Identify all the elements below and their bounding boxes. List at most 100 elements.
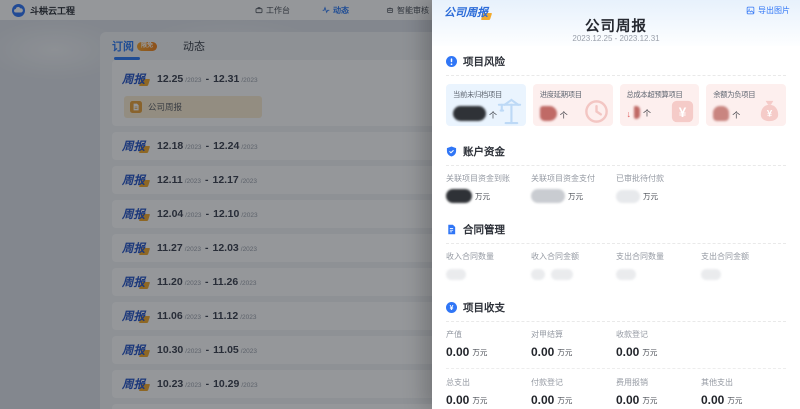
section-project-balance: ¥ 项目收支 产值 0.00万元 对甲结算 0.00万元 收款登记 0.00万元 [446,294,786,407]
stat-label: 其他支出 [701,377,786,388]
stat: 总支出 0.00万元 [446,377,531,407]
stat: 付款登记 0.00万元 [531,377,616,407]
redacted-value [453,106,486,121]
stat-label: 总支出 [446,377,531,388]
stat-value: 0.00 [701,393,724,407]
row-divider [446,368,786,369]
redacted-value [616,190,640,203]
section-project-risk: 项目风险 当前未归档项目 个 进度延期项目 [446,48,786,126]
stat-label: 费用报销 [616,377,701,388]
svg-text:¥: ¥ [767,108,773,119]
stat-unit: 万元 [642,395,657,406]
stat-label: 对甲结算 [531,329,616,340]
redacted-value [446,269,466,280]
clock-icon [583,98,610,125]
stat-label: 收入合同金额 [531,251,616,262]
section-title: 账户资金 [463,144,505,159]
section-title: 项目收支 [463,300,505,315]
stat-label: 收款登记 [616,329,701,340]
section-header: ¥ 项目收支 [446,294,786,322]
alert-icon [446,56,457,67]
risk-card-negative-balance: 余额为负项目 个 ¥ [706,84,786,126]
risk-card-unit: 个 [560,110,568,121]
stat: 支出合同金额 [701,251,786,281]
risk-card-over-budget: 总成本超预算项目 ↓ 个 ¥ [620,84,700,126]
redacted-value [701,269,721,280]
company-weekly-report-drawer: 公司周报 导出图片 公司周报 2023.12.25 - 2023.12.31 项… [432,0,800,409]
redacted-value [616,269,636,280]
section-title: 项目风险 [463,54,505,69]
stat: 收入合同金额 [531,251,616,281]
down-arrow-icon: ↓ [627,110,632,119]
image-export-icon [746,6,755,15]
drawer-title: 公司周报 [432,15,800,36]
yuan-badge-icon: ¥ [669,98,696,125]
stat-value: 0.00 [446,345,469,359]
section-title: 合同管理 [463,222,505,237]
risk-card-delayed: 进度延期项目 个 [533,84,613,126]
stat-unit: 万元 [643,191,658,202]
stat: 支出合同数量 [616,251,701,281]
stat: 对甲结算 0.00万元 [531,329,616,359]
stat-label: 已审批待付款 [616,173,701,184]
risk-card-unit: 个 [732,110,740,121]
section-account-funds: 账户资金 关联项目资金到账 万元 关联项目资金支付 万元 已审批待付款 万元 [446,138,786,203]
stat-unit: 万元 [472,347,487,358]
stat-unit: 万元 [642,347,657,358]
stat: 关联项目资金支付 万元 [531,173,616,203]
section-header: 账户资金 [446,138,786,166]
redacted-value [634,106,640,119]
svg-text:¥: ¥ [679,105,687,120]
stat-label: 付款登记 [531,377,616,388]
redacted-value [540,106,557,121]
stat-label: 支出合同金额 [701,251,786,262]
funds-stats: 关联项目资金到账 万元 关联项目资金支付 万元 已审批待付款 万元 [446,173,786,203]
section-header: 项目风险 [446,48,786,76]
stat: 收款登记 0.00万元 [616,329,701,359]
shield-icon [446,146,457,157]
section-contract-management: 合同管理 收入合同数量 收入合同金额 支出合同数量 支出合同金额 [446,216,786,281]
stat-label: 产值 [446,329,531,340]
risk-card-unit: 个 [643,108,651,119]
redacted-value [531,189,565,203]
stat-value: 0.00 [531,393,554,407]
stat-unit: 万元 [472,395,487,406]
stat-label: 收入合同数量 [446,251,531,262]
redacted-value [531,269,545,280]
drawer-body: 项目风险 当前未归档项目 个 进度延期项目 [432,46,800,409]
balance-stats-row2: 总支出 0.00万元 付款登记 0.00万元 费用报销 0.00万元 其他支出 … [446,377,786,407]
stat: 关联项目资金到账 万元 [446,173,531,203]
stat-value: 0.00 [531,345,554,359]
drawer-date-range: 2023.12.25 - 2023.12.31 [432,34,800,43]
stat: 费用报销 0.00万元 [616,377,701,407]
redacted-value [551,269,573,280]
stat: 收入合同数量 [446,251,531,281]
stat-value: 0.00 [446,393,469,407]
stat-label: 关联项目资金支付 [531,173,616,184]
stat: 其他支出 0.00万元 [701,377,786,407]
stat-value: 0.00 [616,345,639,359]
stat-unit: 万元 [568,191,583,202]
risk-card-grid: 当前未归档项目 个 进度延期项目 个 [446,84,786,126]
stat-label: 支出合同数量 [616,251,701,262]
yuan-circle-icon: ¥ [446,302,457,313]
contract-document-icon [446,224,457,235]
contract-stats: 收入合同数量 收入合同金额 支出合同数量 支出合同金额 [446,251,786,281]
redacted-value [713,106,729,121]
money-bag-icon: ¥ [756,98,783,125]
stat-unit: 万元 [557,395,572,406]
stat-label: 关联项目资金到账 [446,173,531,184]
stat-unit: 万元 [727,395,742,406]
stat: 产值 0.00万元 [446,329,531,359]
svg-text:¥: ¥ [450,305,454,312]
stat-unit: 万元 [557,347,572,358]
stat-value: 0.00 [616,393,639,407]
redacted-value [446,189,472,203]
drawer-header: 公司周报 导出图片 公司周报 2023.12.25 - 2023.12.31 [432,0,800,46]
section-header: 合同管理 [446,216,786,244]
balance-stats-row1: 产值 0.00万元 对甲结算 0.00万元 收款登记 0.00万元 [446,329,786,359]
stat-unit: 万元 [475,191,490,202]
tower-crane-icon [496,98,523,125]
stat: 已审批待付款 万元 [616,173,701,203]
risk-card-unarchived: 当前未归档项目 个 [446,84,526,126]
